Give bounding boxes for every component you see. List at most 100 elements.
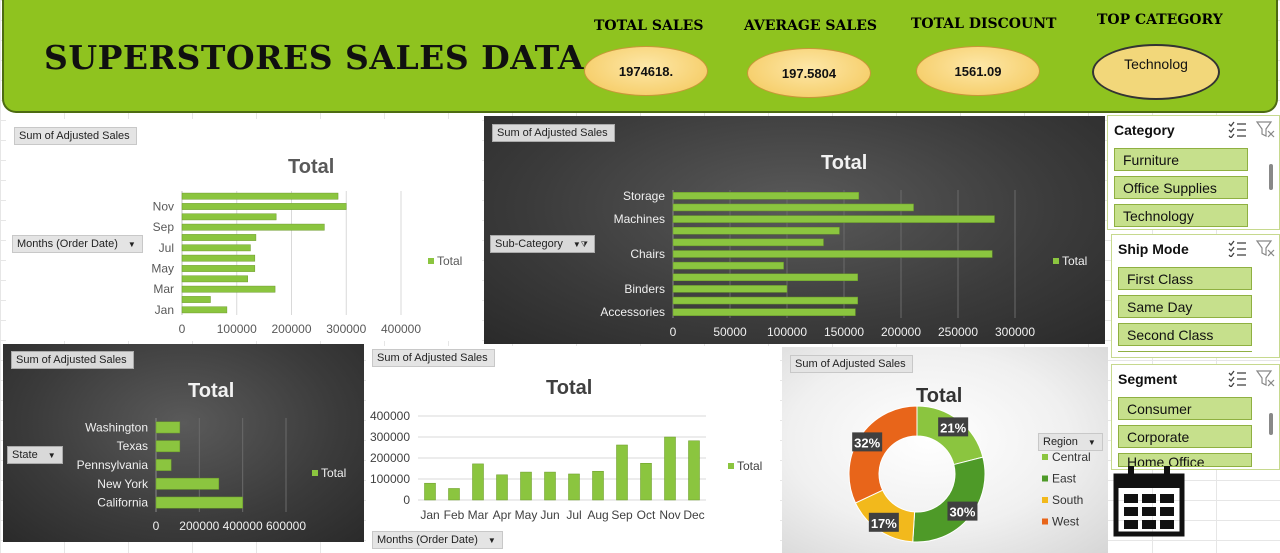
x-tick-label: 200000 xyxy=(179,519,219,533)
slicer-category[interactable]: Category Furniture Office Supplies Techn… xyxy=(1107,115,1280,230)
months-bar-chart[interactable]: Sum of Adjusted Sales Total Months (Orde… xyxy=(6,119,482,341)
y-tick-label: New York xyxy=(97,477,149,491)
y-tick-label: 100000 xyxy=(370,472,410,486)
multi-select-icon[interactable] xyxy=(1227,120,1247,138)
legend-swatch xyxy=(1042,518,1048,525)
slicer-title: Segment xyxy=(1118,371,1178,387)
x-tick-label: Aug xyxy=(587,508,608,522)
kpi-total-sales-label: TOTAL SALES xyxy=(594,18,704,34)
legend-swatch xyxy=(1042,497,1048,503)
kpi-average-sales-value: 197.5804 xyxy=(747,48,871,98)
region-donut-chart[interactable]: Sum of Adjusted Sales Total Region ▼ 21% 3… xyxy=(782,347,1108,553)
x-tick-label: 200000 xyxy=(271,322,311,336)
slicer-item[interactable]: Home Office xyxy=(1118,453,1252,467)
slicer-ship-mode[interactable]: Ship Mode First Class Same Day Second Cl… xyxy=(1111,234,1280,358)
y-tick-label: Jan xyxy=(155,303,174,317)
chart-plot: 21% 30% 17% 32% Central East South West xyxy=(848,405,1091,543)
clear-filter-icon[interactable] xyxy=(1255,239,1275,257)
x-tick-label: Feb xyxy=(444,508,465,522)
y-tick-label: 300000 xyxy=(370,430,410,444)
x-tick-label: Apr xyxy=(493,508,512,522)
calendar-icon[interactable] xyxy=(1112,466,1186,538)
slicer-item[interactable]: Technology xyxy=(1114,204,1248,227)
x-tick-label: 400000 xyxy=(381,322,421,336)
subcategory-bar-chart[interactable]: Sum of Adjusted Sales Total Sub-Category… xyxy=(484,116,1105,344)
y-tick-label: California xyxy=(97,496,148,510)
bar xyxy=(640,463,652,501)
bar xyxy=(155,440,181,453)
clear-filter-icon[interactable] xyxy=(1255,369,1275,387)
legend-label: Total xyxy=(321,466,346,480)
x-tick-label: Jul xyxy=(566,508,581,522)
x-tick-label: Dec xyxy=(683,508,704,522)
clear-filter-icon[interactable] xyxy=(1255,120,1275,138)
bar xyxy=(181,192,339,200)
legend-swatch xyxy=(312,470,318,476)
chart-plot: 0 100000 200000 300000 400000 Jan Mar May Jul Sep… xyxy=(151,191,462,336)
x-tick-label: Oct xyxy=(637,508,656,522)
kpi-total-discount-label: TOTAL DISCOUNT xyxy=(911,16,1057,32)
bar xyxy=(664,436,676,501)
bar xyxy=(155,477,220,490)
multi-select-icon[interactable] xyxy=(1227,239,1247,257)
bar xyxy=(672,192,860,200)
bar xyxy=(472,463,484,501)
y-tick-label: 400000 xyxy=(370,409,410,423)
bar xyxy=(544,471,556,501)
x-tick-label: 0 xyxy=(179,322,186,336)
slicer-item[interactable]: Office Supplies xyxy=(1114,176,1248,199)
bar xyxy=(520,471,532,501)
multi-select-icon[interactable] xyxy=(1227,369,1247,387)
x-tick-label: Nov xyxy=(659,508,680,522)
x-tick-label: 50000 xyxy=(713,325,747,339)
x-tick-label: 0 xyxy=(670,325,677,339)
bar xyxy=(181,306,228,314)
x-tick-label: Sep xyxy=(611,508,633,522)
y-tick-label: Nov xyxy=(153,200,174,214)
bar xyxy=(155,421,181,434)
x-tick-label: 200000 xyxy=(881,325,921,339)
kpi-average-sales-label: AVERAGE SALES xyxy=(744,18,877,34)
legend-swatch xyxy=(1053,258,1059,264)
legend-label: South xyxy=(1052,493,1083,507)
x-tick-label: 100000 xyxy=(217,322,257,336)
bar xyxy=(672,296,858,305)
slicer-title: Ship Mode xyxy=(1118,241,1189,257)
slicer-item[interactable]: First Class xyxy=(1118,267,1252,290)
slicer-item[interactable]: Second Class xyxy=(1118,323,1252,346)
slicer-scrollbar[interactable] xyxy=(1269,164,1273,190)
dashboard-header: SUPERSTORES SALES DATA TOTAL SALES 19746… xyxy=(2,0,1278,113)
legend-label: Total xyxy=(737,459,762,473)
dashboard-title: SUPERSTORES SALES DATA xyxy=(44,38,584,77)
y-tick-label: 200000 xyxy=(370,451,410,465)
slicer-item[interactable]: Furniture xyxy=(1114,148,1248,171)
bar xyxy=(672,261,784,270)
slicer-item[interactable]: Consumer xyxy=(1118,397,1252,420)
y-tick-label: Sep xyxy=(153,220,175,234)
bar xyxy=(672,308,856,316)
y-tick-label: Storage xyxy=(623,189,665,203)
slicer-item[interactable]: Same Day xyxy=(1118,295,1252,318)
bar xyxy=(181,296,211,303)
y-tick-label: Accessories xyxy=(600,305,665,319)
x-tick-label: 300000 xyxy=(326,322,366,336)
slicer-segment[interactable]: Segment Consumer Corporate Home Office xyxy=(1111,364,1280,470)
state-bar-chart[interactable]: Sum of Adjusted Sales Total State ▼ 0 2000… xyxy=(3,344,364,542)
bar xyxy=(181,234,257,241)
x-tick-label: 300000 xyxy=(995,325,1035,339)
x-tick-label: 250000 xyxy=(938,325,978,339)
bar xyxy=(672,226,840,235)
y-tick-label: 0 xyxy=(403,493,410,507)
slicer-item-partial xyxy=(1118,351,1252,354)
bar xyxy=(672,238,824,247)
x-tick-label: Jun xyxy=(540,508,559,522)
y-tick-label: Mar xyxy=(153,282,174,296)
kpi-total-sales-value: 1974618. xyxy=(584,46,708,96)
months-column-chart[interactable]: Sum of Adjusted Sales Total Months (Orde… xyxy=(366,346,780,553)
legend-label: Total xyxy=(437,254,462,268)
y-tick-label: May xyxy=(151,262,174,276)
legend-label: Total xyxy=(1062,254,1087,268)
slicer-item[interactable]: Corporate xyxy=(1118,425,1252,448)
bar xyxy=(672,215,995,223)
slicer-scrollbar[interactable] xyxy=(1269,413,1273,435)
